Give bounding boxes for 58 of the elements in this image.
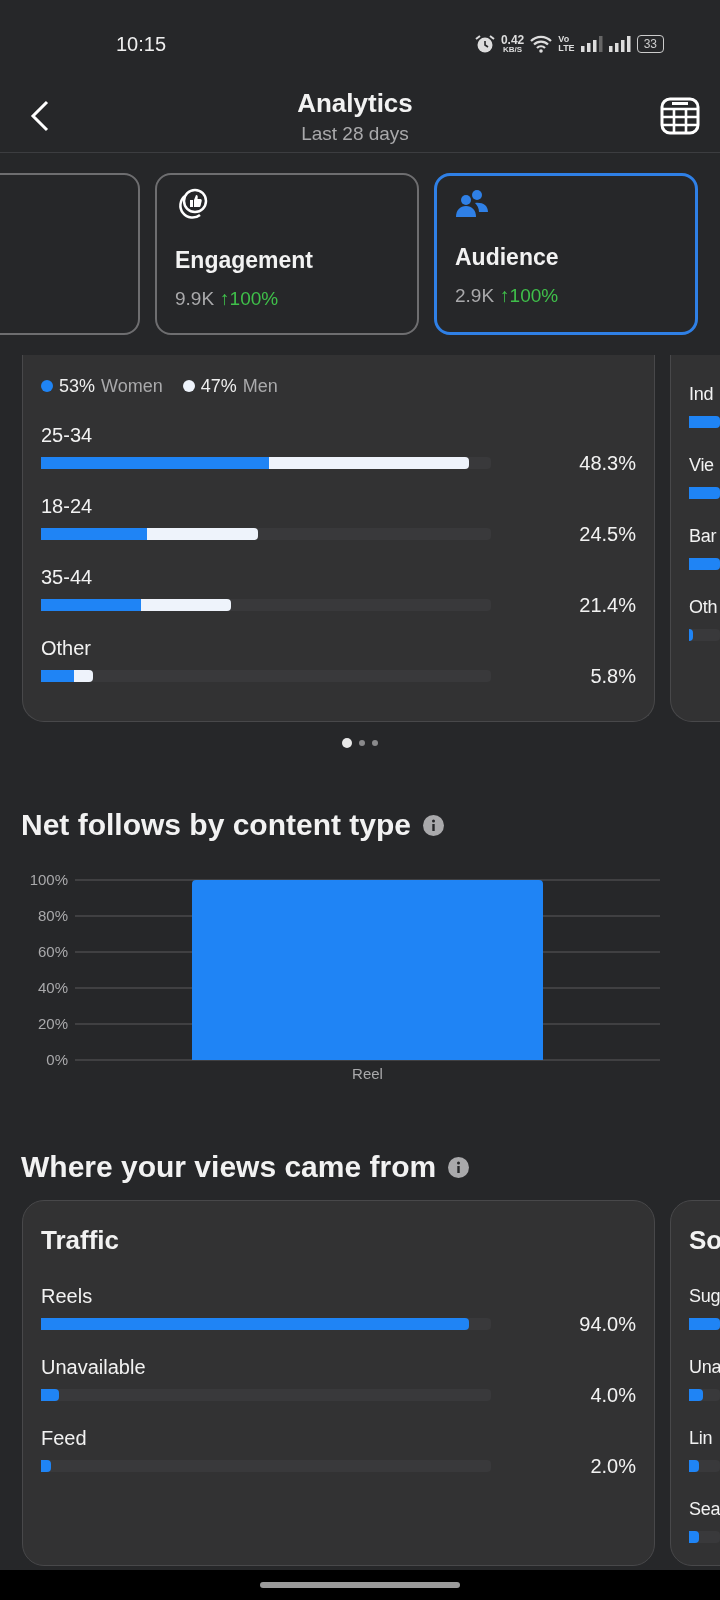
page-dot[interactable] — [359, 740, 365, 746]
signal-icon — [608, 36, 631, 52]
metric-tab[interactable]: Audience 2.9K ↑100% — [434, 173, 698, 335]
section-title: Where your views came from — [21, 1150, 437, 1184]
row-label: Sug — [689, 1285, 720, 1308]
tick-label: 100% — [29, 872, 68, 888]
info-icon[interactable] — [448, 1156, 470, 1178]
legend-value: 53% — [59, 375, 96, 397]
row-label: Unavailable — [41, 1355, 147, 1380]
date-range: Last 28 days — [301, 122, 409, 145]
page-dot[interactable] — [342, 738, 352, 748]
row-label: Reels — [41, 1284, 94, 1309]
legend-label: Women — [101, 375, 163, 397]
section-title: Net follows by content type — [21, 808, 412, 842]
calendar-icon[interactable] — [660, 97, 700, 135]
speed-unit: KB/S — [503, 46, 523, 54]
lte-label: LTE — [558, 44, 575, 53]
row-label: Bar — [689, 525, 718, 548]
page-dot[interactable] — [372, 740, 378, 746]
tick-label: 80% — [37, 907, 68, 924]
volte-label: Vo — [558, 35, 571, 44]
people-icon — [455, 188, 489, 218]
back-icon[interactable] — [30, 100, 50, 132]
percent-value: 2.0% — [590, 1454, 636, 1478]
row-label: Sea — [689, 1498, 720, 1521]
metric-tab[interactable]: Engagement 9.9K ↑100% — [155, 173, 419, 335]
percent-value: 94.0% — [579, 1312, 636, 1336]
category-label: Reel — [352, 1065, 383, 1082]
clock-time: 10:15 — [116, 32, 167, 56]
percent-value: 5.8% — [590, 664, 636, 688]
row-label: Vie — [689, 454, 715, 477]
percent-value: 48.3% — [579, 451, 636, 475]
age-label: 18-24 — [41, 494, 94, 519]
row-label: Lin — [689, 1427, 714, 1450]
age-label: Other — [41, 636, 93, 661]
tick-label: 60% — [37, 943, 68, 960]
row-label: Feed — [41, 1426, 88, 1451]
tick-label: 40% — [37, 979, 68, 996]
row-label: Oth — [689, 596, 719, 619]
age-label: 35-44 — [41, 565, 94, 590]
legend-value: 47% — [200, 375, 237, 397]
alarm-icon — [474, 34, 495, 54]
tick-label: 0% — [46, 1051, 68, 1068]
card-title: Traffic — [41, 1224, 121, 1257]
wifi-icon — [530, 35, 553, 53]
network-speed: 0.42 — [500, 34, 525, 46]
age-label: 25-34 — [41, 423, 94, 448]
page-title: Analytics — [297, 87, 413, 119]
percent-value: 24.5% — [579, 522, 636, 546]
signal-icon — [580, 36, 603, 52]
battery-level: 33 — [636, 35, 664, 53]
legend-label: Men — [242, 375, 278, 397]
tick-label: 20% — [37, 1015, 68, 1032]
row-label: Ind — [689, 383, 715, 406]
percent-value: 21.4% — [579, 593, 636, 617]
home-handle[interactable] — [260, 1582, 460, 1588]
percent-value: 4.0% — [590, 1383, 636, 1407]
info-icon[interactable] — [423, 814, 445, 836]
